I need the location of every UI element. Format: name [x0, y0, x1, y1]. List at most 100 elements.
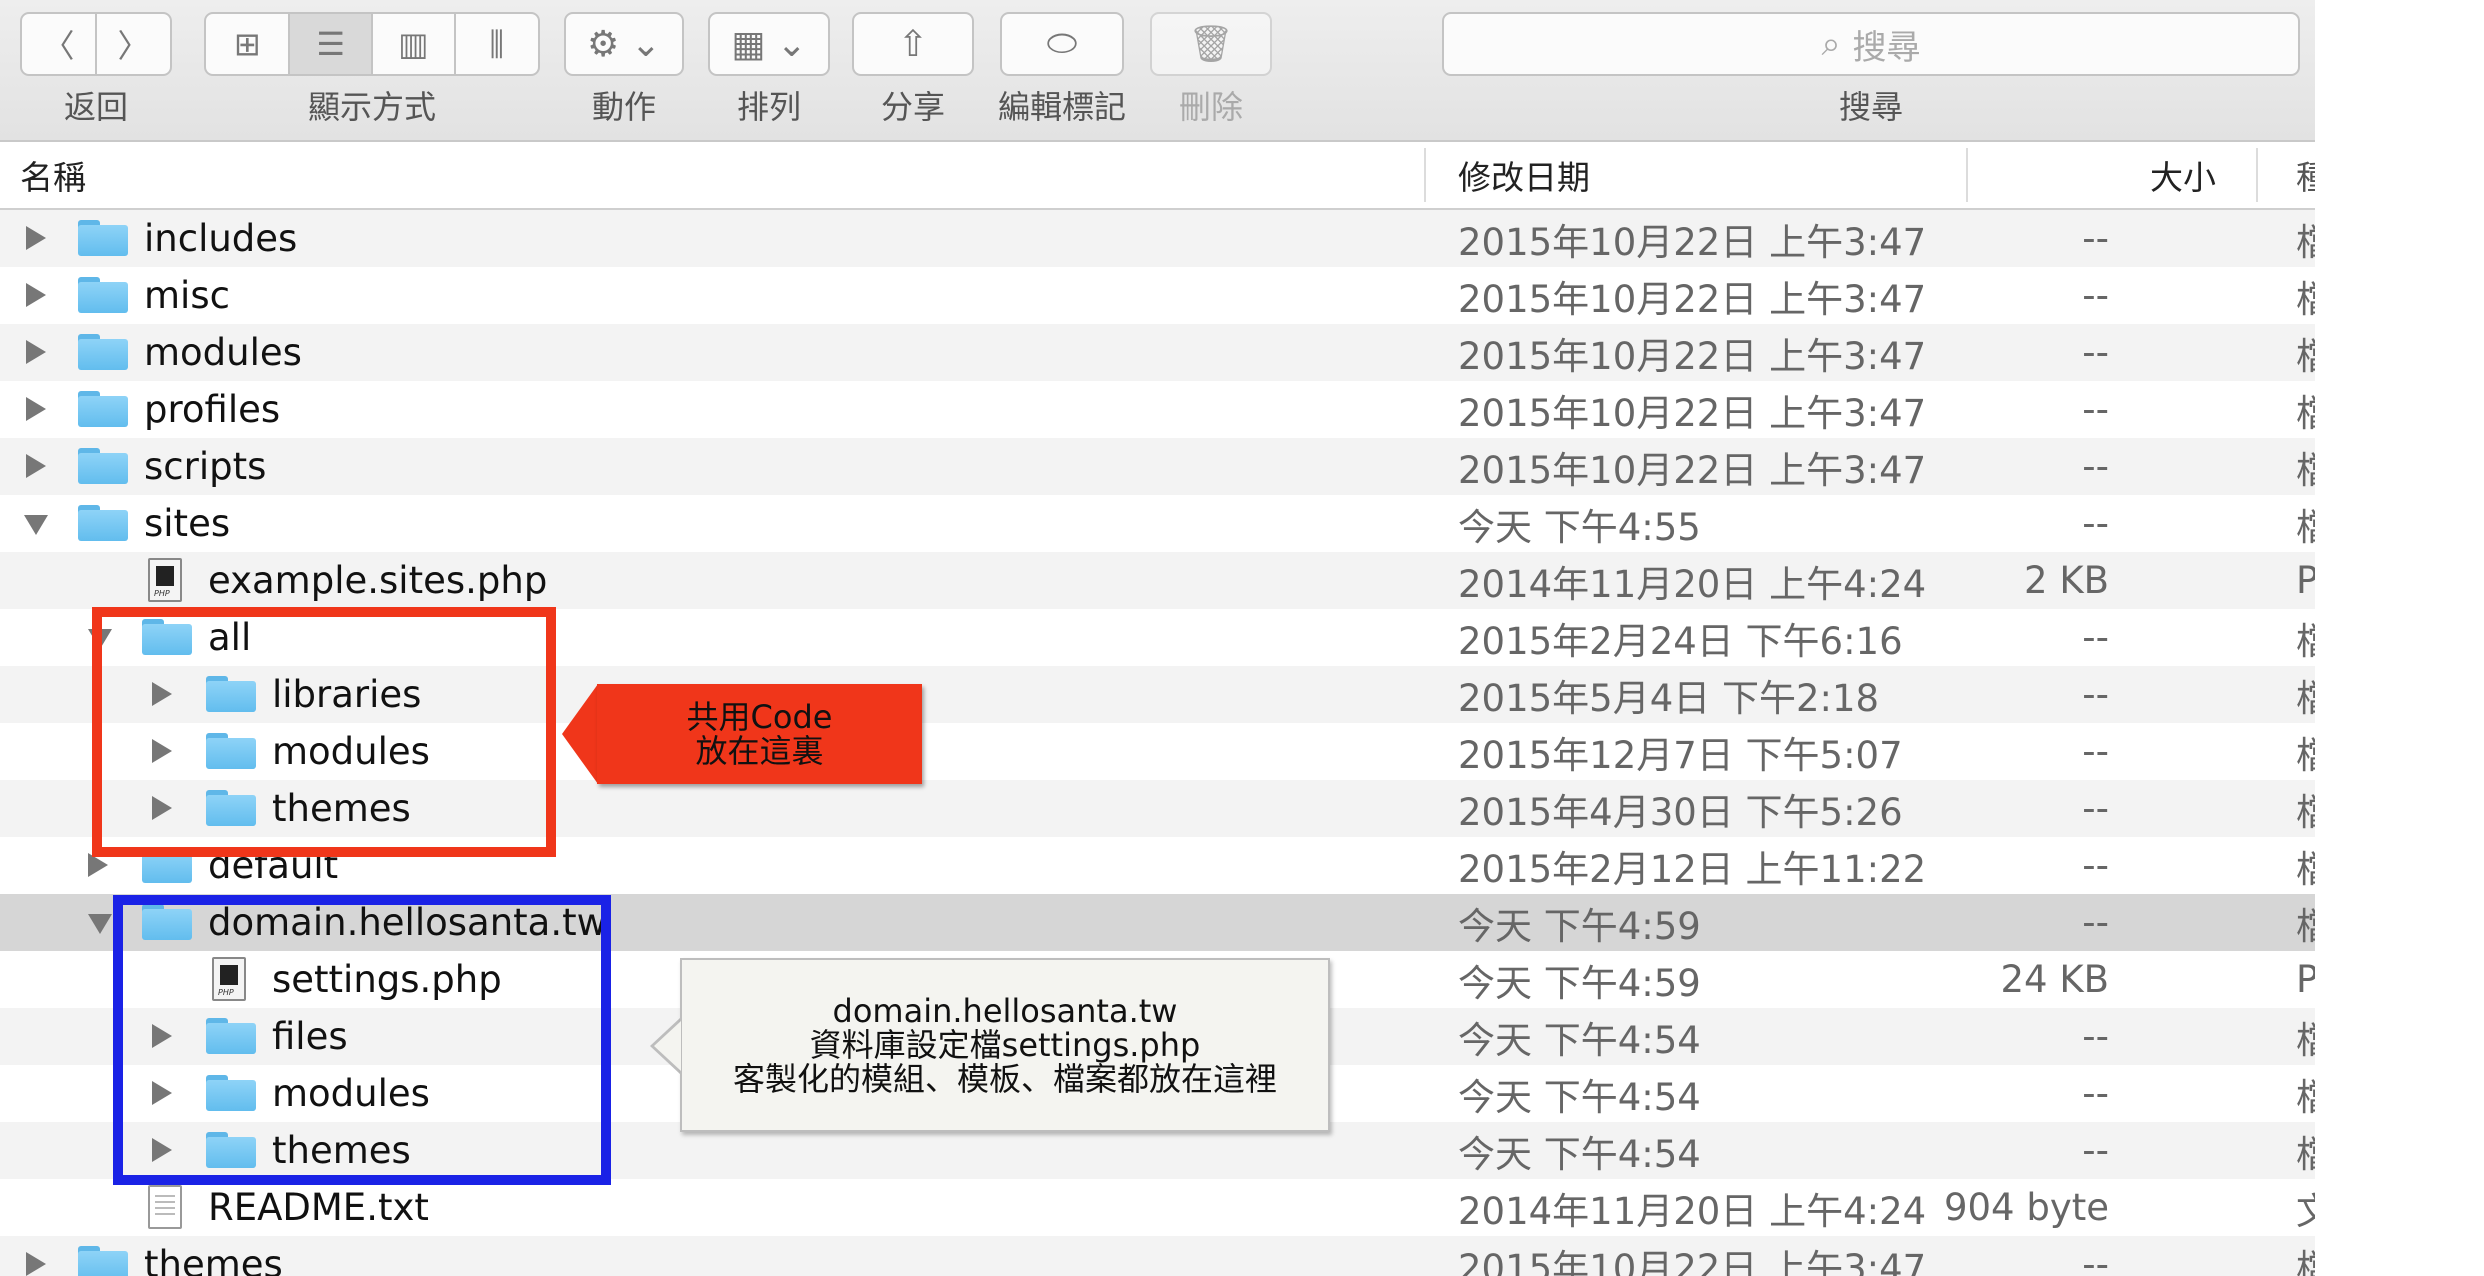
table-row[interactable]: includes 2015年10月22日 上午3:47 -- 檔 [0, 210, 2315, 267]
file-name: themes [144, 1243, 283, 1276]
column-view-button[interactable]: ▥ [373, 14, 456, 74]
share-button[interactable]: ⇧ [852, 12, 974, 76]
delete-label: 刪除 [1178, 88, 1243, 126]
highlight-box-shared-code [92, 607, 556, 857]
modified-date: 2015年2月24日 下午6:16 [1458, 619, 1903, 663]
column-date-header[interactable]: 修改日期 [1458, 142, 1590, 208]
search-placeholder: 搜尋 [1852, 27, 1921, 68]
file-kind: 檔 [2296, 847, 2315, 891]
tags-group: ⬭ [1000, 12, 1124, 80]
search-input[interactable]: ⌕ 搜尋 [1442, 12, 2300, 76]
file-size: -- [2082, 730, 2109, 773]
file-kind: 檔 [2296, 1246, 2315, 1276]
modified-date: 2014年11月20日 上午4:24 [1458, 1189, 1927, 1233]
disclosure-triangle-icon[interactable] [26, 397, 46, 421]
file-name: misc [144, 274, 230, 317]
search-label: 搜尋 [1838, 88, 1903, 126]
table-row[interactable]: misc 2015年10月22日 上午3:47 -- 檔 [0, 267, 2315, 324]
delete-button[interactable]: 🗑 [1150, 12, 1272, 76]
disclosure-triangle-open-icon[interactable] [24, 515, 48, 535]
column-name-header[interactable]: 名稱 [20, 142, 86, 208]
file-kind: 檔 [2296, 334, 2315, 378]
modified-date: 2015年10月22日 上午3:47 [1458, 448, 1927, 492]
callout-arrow-inner [654, 1021, 681, 1071]
action-group: ⚙ ⌄ [564, 12, 684, 80]
file-kind: 檔 [2296, 1018, 2315, 1062]
file-size: -- [2082, 1072, 2109, 1115]
columns-icon: ▥ [398, 25, 429, 63]
file-size: -- [2082, 673, 2109, 716]
file-kind: 檔 [2296, 448, 2315, 492]
modified-date: 2015年2月12日 上午11:22 [1458, 847, 1927, 891]
column-size-header[interactable]: 大小 [2150, 142, 2216, 208]
table-row[interactable]: profiles 2015年10月22日 上午3:47 -- 檔 [0, 381, 2315, 438]
action-label: 動作 [591, 88, 656, 126]
file-kind: 檔 [2296, 277, 2315, 321]
file-kind: 檔 [2296, 790, 2315, 834]
file-kind: 檔 [2296, 733, 2315, 777]
icon-view-button[interactable]: ⊞ [206, 14, 291, 74]
toolbar: 〈 〉 返回 ⊞ ☰ ▥ ⫼ 顯示方式 ⚙ ⌄ 動作 ▦ ⌄ 排列 ⇧ 分享 ⬭… [0, 0, 2315, 142]
file-name: example.sites.php [208, 559, 548, 602]
file-kind: 檔 [2296, 1132, 2315, 1176]
file-size: -- [2082, 844, 2109, 887]
action-button[interactable]: ⚙ ⌄ [564, 12, 684, 76]
back-button[interactable]: 〈 [22, 14, 97, 74]
disclosure-triangle-icon[interactable] [26, 226, 46, 250]
list-view-button[interactable]: ☰ [290, 14, 373, 74]
trash-icon: 🗑 [1188, 24, 1234, 65]
file-name: includes [144, 217, 298, 260]
table-row[interactable]: themes 2015年10月22日 上午3:47 -- 檔 [0, 1236, 2315, 1276]
disclosure-triangle-icon[interactable] [26, 283, 46, 307]
file-size: -- [2082, 502, 2109, 545]
file-name: modules [144, 331, 302, 374]
tags-label: 編輯標記 [997, 88, 1126, 126]
modified-date: 2015年12月7日 下午5:07 [1458, 733, 1903, 777]
disclosure-triangle-icon[interactable] [26, 1252, 46, 1276]
highlight-box-domain-site [113, 895, 611, 1185]
disclosure-triangle-open-icon[interactable] [88, 914, 112, 934]
callout-text-line: 資料庫設定檔settings.php [809, 1026, 1201, 1064]
folder-icon [78, 334, 128, 370]
file-kind: 檔 [2296, 619, 2315, 663]
table-row[interactable]: PHP example.sites.php 2014年11月20日 上午4:24… [0, 552, 2315, 609]
share-group: ⇧ [852, 12, 974, 80]
column-divider[interactable] [1966, 148, 1968, 202]
chevron-right-icon: 〉 [117, 27, 150, 65]
arrange-icon: ▦ ⌄ [731, 23, 807, 65]
folder-icon [78, 391, 128, 427]
text-file-icon [148, 1185, 182, 1229]
file-kind: 檔 [2296, 904, 2315, 948]
file-name: profiles [144, 388, 281, 431]
file-kind: 檔 [2296, 220, 2315, 264]
disclosure-triangle-icon[interactable] [26, 454, 46, 478]
coverflow-view-button[interactable]: ⫼ [456, 14, 538, 74]
tag-icon: ⬭ [1046, 23, 1078, 64]
table-row[interactable]: sites 今天 下午4:55 -- 檔 [0, 495, 2315, 552]
file-size: -- [2082, 1243, 2109, 1276]
view-mode-group: ⊞ ☰ ▥ ⫼ [204, 12, 540, 80]
file-size: -- [2082, 217, 2109, 260]
file-kind: 文 [2296, 1189, 2315, 1233]
callout-bubble: domain.hellosanta.tw 資料庫設定檔settings.php … [680, 958, 1330, 1132]
callout-text-line: 放在這裏 [695, 732, 824, 770]
file-kind: P [2296, 559, 2315, 602]
table-row[interactable]: README.txt 2014年11月20日 上午4:24 904 byte 文 [0, 1179, 2315, 1236]
table-row[interactable]: modules 2015年10月22日 上午3:47 -- 檔 [0, 324, 2315, 381]
edit-tags-button[interactable]: ⬭ [1000, 12, 1124, 76]
arrange-button[interactable]: ▦ ⌄ [708, 12, 830, 76]
search-icon: ⌕ [1821, 24, 1841, 64]
folder-icon [78, 505, 128, 541]
column-kind-header[interactable]: 種 [2296, 142, 2315, 208]
modified-date: 今天 下午4:54 [1458, 1018, 1701, 1062]
column-divider[interactable] [1424, 148, 1426, 202]
chevron-left-icon: 〈 [42, 27, 75, 65]
callout-shared-code: 共用Code 放在這裏 [562, 684, 922, 784]
disclosure-triangle-icon[interactable] [26, 340, 46, 364]
forward-button[interactable]: 〉 [97, 14, 170, 74]
column-divider[interactable] [2256, 148, 2258, 202]
table-row[interactable]: scripts 2015年10月22日 上午3:47 -- 檔 [0, 438, 2315, 495]
file-size: -- [2082, 901, 2109, 944]
file-size: -- [2082, 331, 2109, 374]
modified-date: 2015年10月22日 上午3:47 [1458, 334, 1927, 378]
